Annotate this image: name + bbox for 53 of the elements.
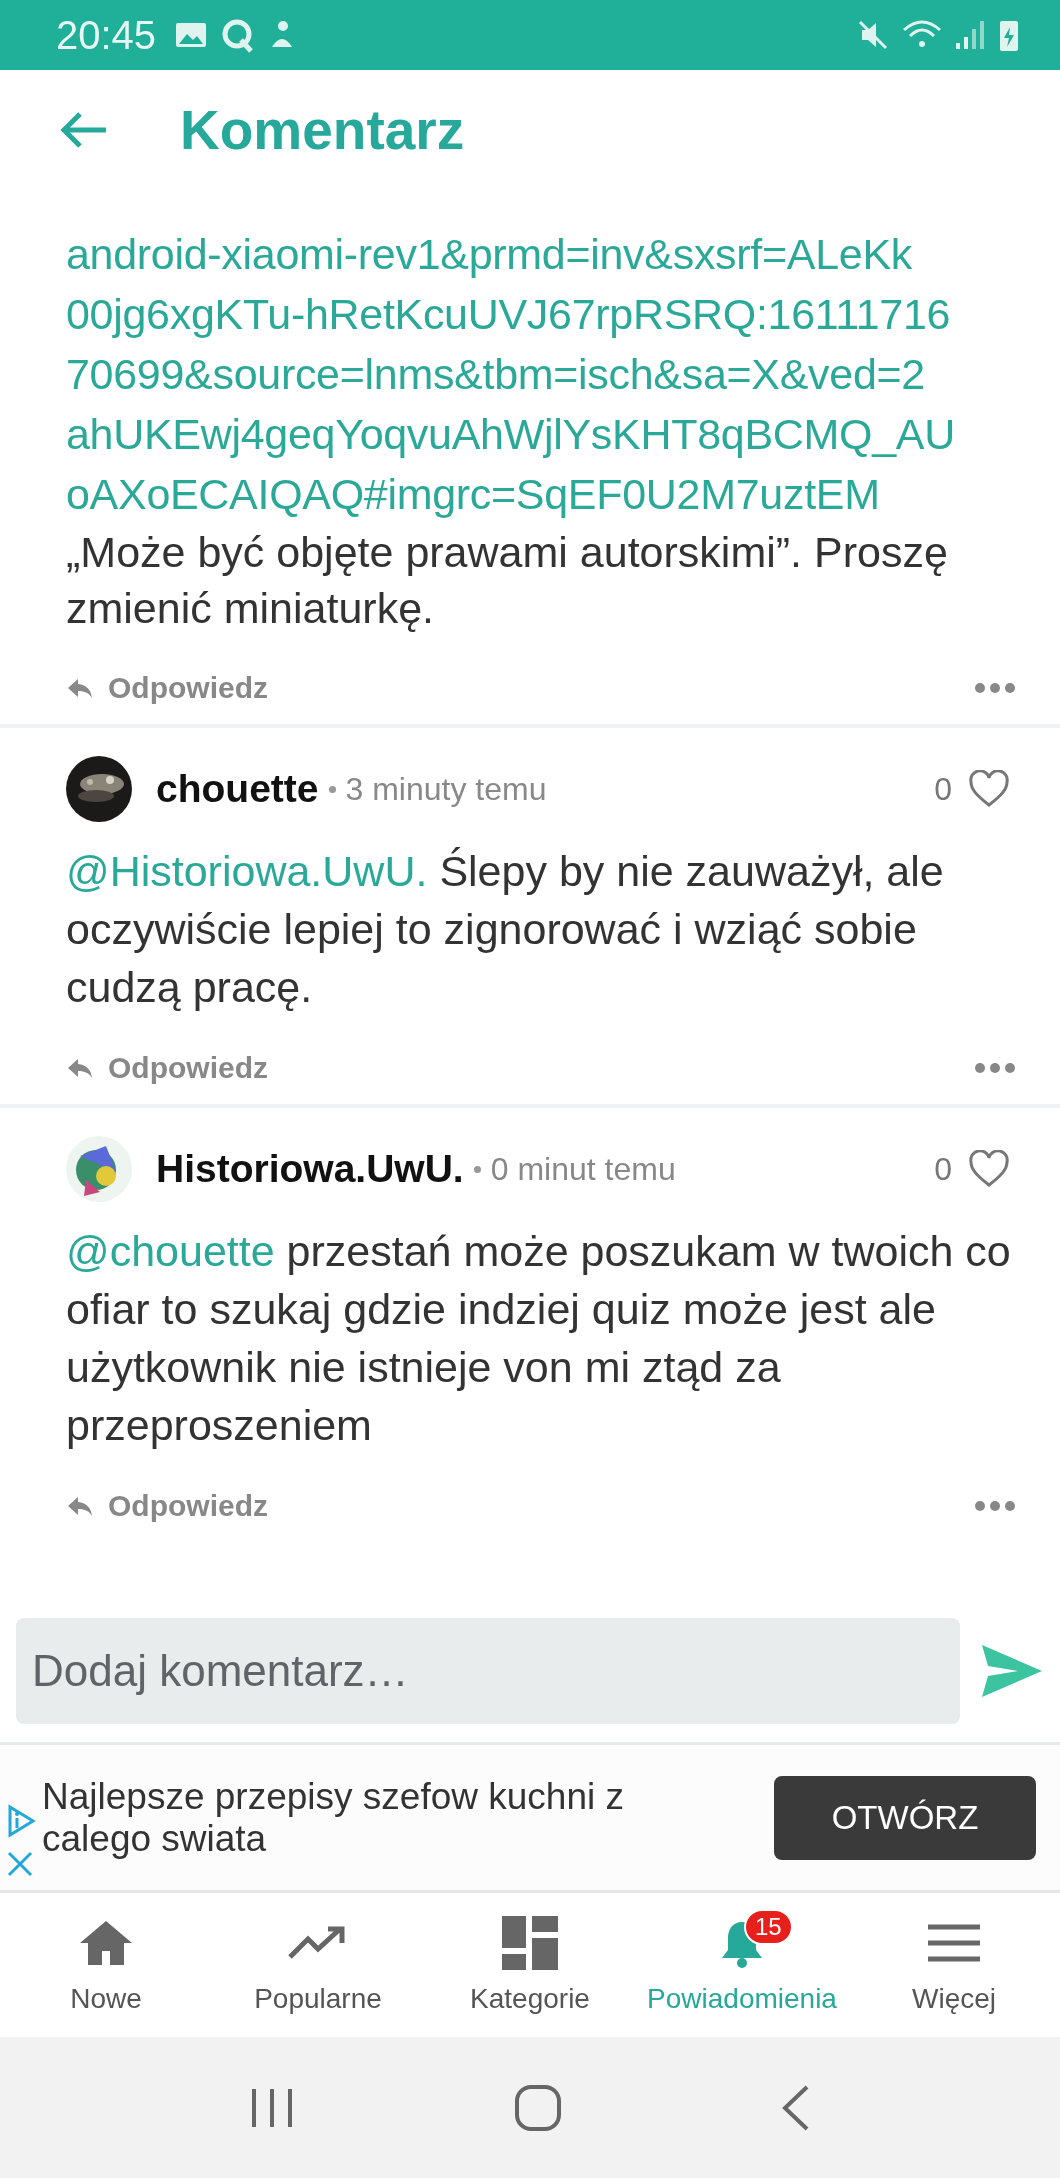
back-icon[interactable] <box>781 2084 811 2131</box>
ad-text: Najlepsze przepisy szefow kuchni z calego swiata <box>42 1775 625 1860</box>
separator-dot <box>328 785 336 793</box>
reply-arrow-icon <box>66 1495 94 1517</box>
comment-text: @Historiowa.UwU. Ślepy by nie zauważył, ale oczywiście lepiej to zignorować i wziąć sobie cudzą pracę. <box>66 846 945 1013</box>
comment-text: @chouette przestań może poszukam w twoich co ofiar to szukaj gdzie indziej quiz może jest ale użytkownik nie istnieje von mi ztąd za przeproszeniem <box>66 1226 1012 1451</box>
author-name[interactable]: chouette <box>156 767 319 811</box>
reply-button[interactable]: Odpowiedz <box>66 671 268 705</box>
grid-icon <box>502 1916 558 1970</box>
link-text[interactable]: android-xiaomi-rev1&prmd=inv&sxsrf=ALeKk <box>66 224 1030 284</box>
comment-text: „Może być objęte prawami autorskimi”. Proszę zmienić miniaturkę. <box>66 527 949 634</box>
close-icon[interactable] <box>6 1850 34 1878</box>
comment-input[interactable]: Dodaj komentarz… <box>16 1618 960 1724</box>
reply-arrow-icon <box>66 1057 94 1079</box>
gallery-icon <box>174 20 209 50</box>
home-button-icon[interactable] <box>513 2082 563 2133</box>
reply-button[interactable]: Odpowiedz <box>66 1489 268 1523</box>
like-count: 0 <box>934 1150 952 1188</box>
more-icon[interactable] <box>974 1062 1016 1074</box>
heart-icon[interactable] <box>968 1150 1010 1188</box>
link-text[interactable]: 00jg6xgKTu-hRetKcuUVJ67rpRSRQ:16111716 <box>66 284 1030 344</box>
more-icon[interactable] <box>974 682 1016 694</box>
comment-time: 0 minut temu <box>490 1150 676 1188</box>
mute-icon <box>856 18 890 52</box>
nav-tab[interactable]: Nowe <box>0 1893 212 2037</box>
nav-tab[interactable]: Kategorie <box>424 1893 636 2037</box>
comment-time: 3 minuty temu <box>345 770 547 808</box>
signal-icon <box>954 19 986 51</box>
link-text[interactable]: 70699&source=lnms&tbm=isch&sa=X&ved=2 <box>66 344 1030 404</box>
mention-link[interactable]: @Historiowa.UwU. <box>66 847 428 895</box>
link-text[interactable]: ahUKEwj4geqYoqvuAhWjlYsKHT8qBCMQ_AU <box>66 404 1030 464</box>
nav-tab[interactable]: Więcej <box>848 1893 1060 2037</box>
page-title: Komentarz <box>180 98 465 162</box>
heart-icon[interactable] <box>968 770 1010 808</box>
author-name[interactable]: Historiowa.UwU. <box>156 1147 464 1191</box>
separator-dot <box>473 1165 481 1173</box>
menu-icon <box>926 1923 982 1963</box>
nav-tab[interactable]: Popularne <box>212 1893 424 2037</box>
status-time: 20:45 <box>56 12 157 58</box>
recent-apps-icon[interactable] <box>249 2086 295 2129</box>
send-icon[interactable] <box>980 1643 1044 1699</box>
home-icon <box>78 1919 134 1967</box>
open-button[interactable]: OTWÓRZ <box>774 1775 1036 1860</box>
nav-tab[interactable]: 15 Powiadomienia <box>636 1893 848 2037</box>
notification-badge: 15 <box>744 1909 793 1945</box>
reply-button[interactable]: Odpowiedz <box>66 1051 268 1085</box>
ad-info-icon[interactable] <box>6 1804 36 1838</box>
trending-icon <box>288 1925 348 1961</box>
reply-arrow-icon <box>66 677 94 699</box>
more-icon[interactable] <box>974 1500 1016 1512</box>
like-count: 0 <box>934 770 952 808</box>
link-text[interactable]: oAXoECAIQAQ#imgrc=SqEF0U2M7uztEM <box>66 464 1030 524</box>
mention-link[interactable]: @chouette <box>66 1227 275 1275</box>
